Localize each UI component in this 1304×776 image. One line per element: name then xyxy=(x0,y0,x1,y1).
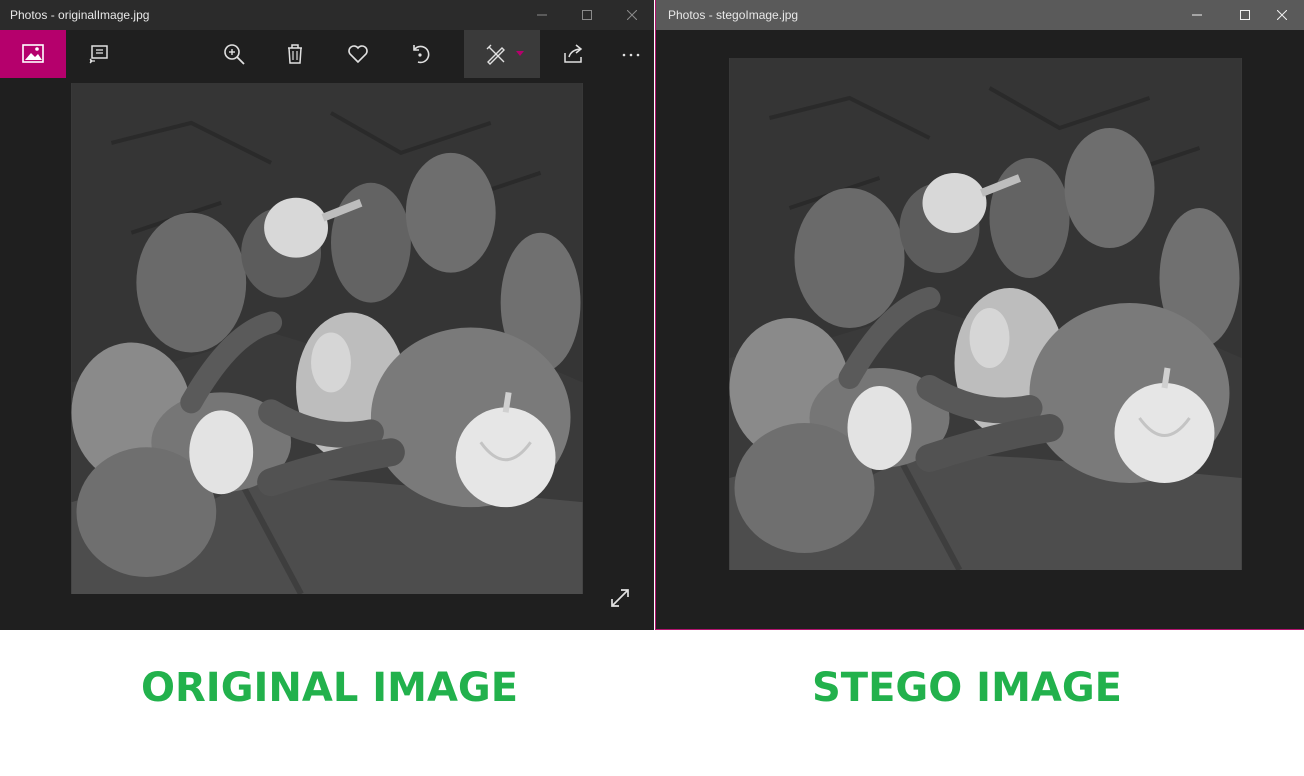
minimize-icon[interactable] xyxy=(519,0,565,30)
edit-draw-icon[interactable] xyxy=(464,30,540,78)
maximize-icon[interactable] xyxy=(564,0,610,30)
more-icon[interactable] xyxy=(607,30,654,78)
zoom-in-icon[interactable] xyxy=(210,30,258,78)
window-title: Photos - stegoImage.jpg xyxy=(668,8,799,22)
title-bar[interactable]: Photos - stegoImage.jpg xyxy=(656,0,1304,30)
expand-icon[interactable] xyxy=(608,586,632,610)
original-image xyxy=(71,83,583,594)
rotate-icon[interactable] xyxy=(396,30,444,78)
window-title: Photos - originalImage.jpg xyxy=(10,8,150,22)
slideshow-icon[interactable] xyxy=(75,30,123,78)
stego-image xyxy=(729,58,1242,570)
caption-stego: STEGO IMAGE xyxy=(812,665,1122,711)
toolbar xyxy=(0,30,654,78)
close-icon[interactable] xyxy=(1259,0,1304,30)
title-bar[interactable]: Photos - originalImage.jpg xyxy=(0,0,654,30)
close-icon[interactable] xyxy=(609,0,654,30)
minimize-icon[interactable] xyxy=(1174,0,1220,30)
photo-icon[interactable] xyxy=(0,30,66,78)
heart-icon[interactable] xyxy=(334,30,382,78)
photos-window-stego: Photos - stegoImage.jpg xyxy=(655,0,1304,630)
caption-original: ORIGINAL IMAGE xyxy=(141,665,519,711)
photos-window-original: Photos - originalImage.jpg xyxy=(0,0,654,630)
share-icon[interactable] xyxy=(549,30,597,78)
delete-icon[interactable] xyxy=(271,30,319,78)
chevron-down-icon xyxy=(516,51,524,56)
